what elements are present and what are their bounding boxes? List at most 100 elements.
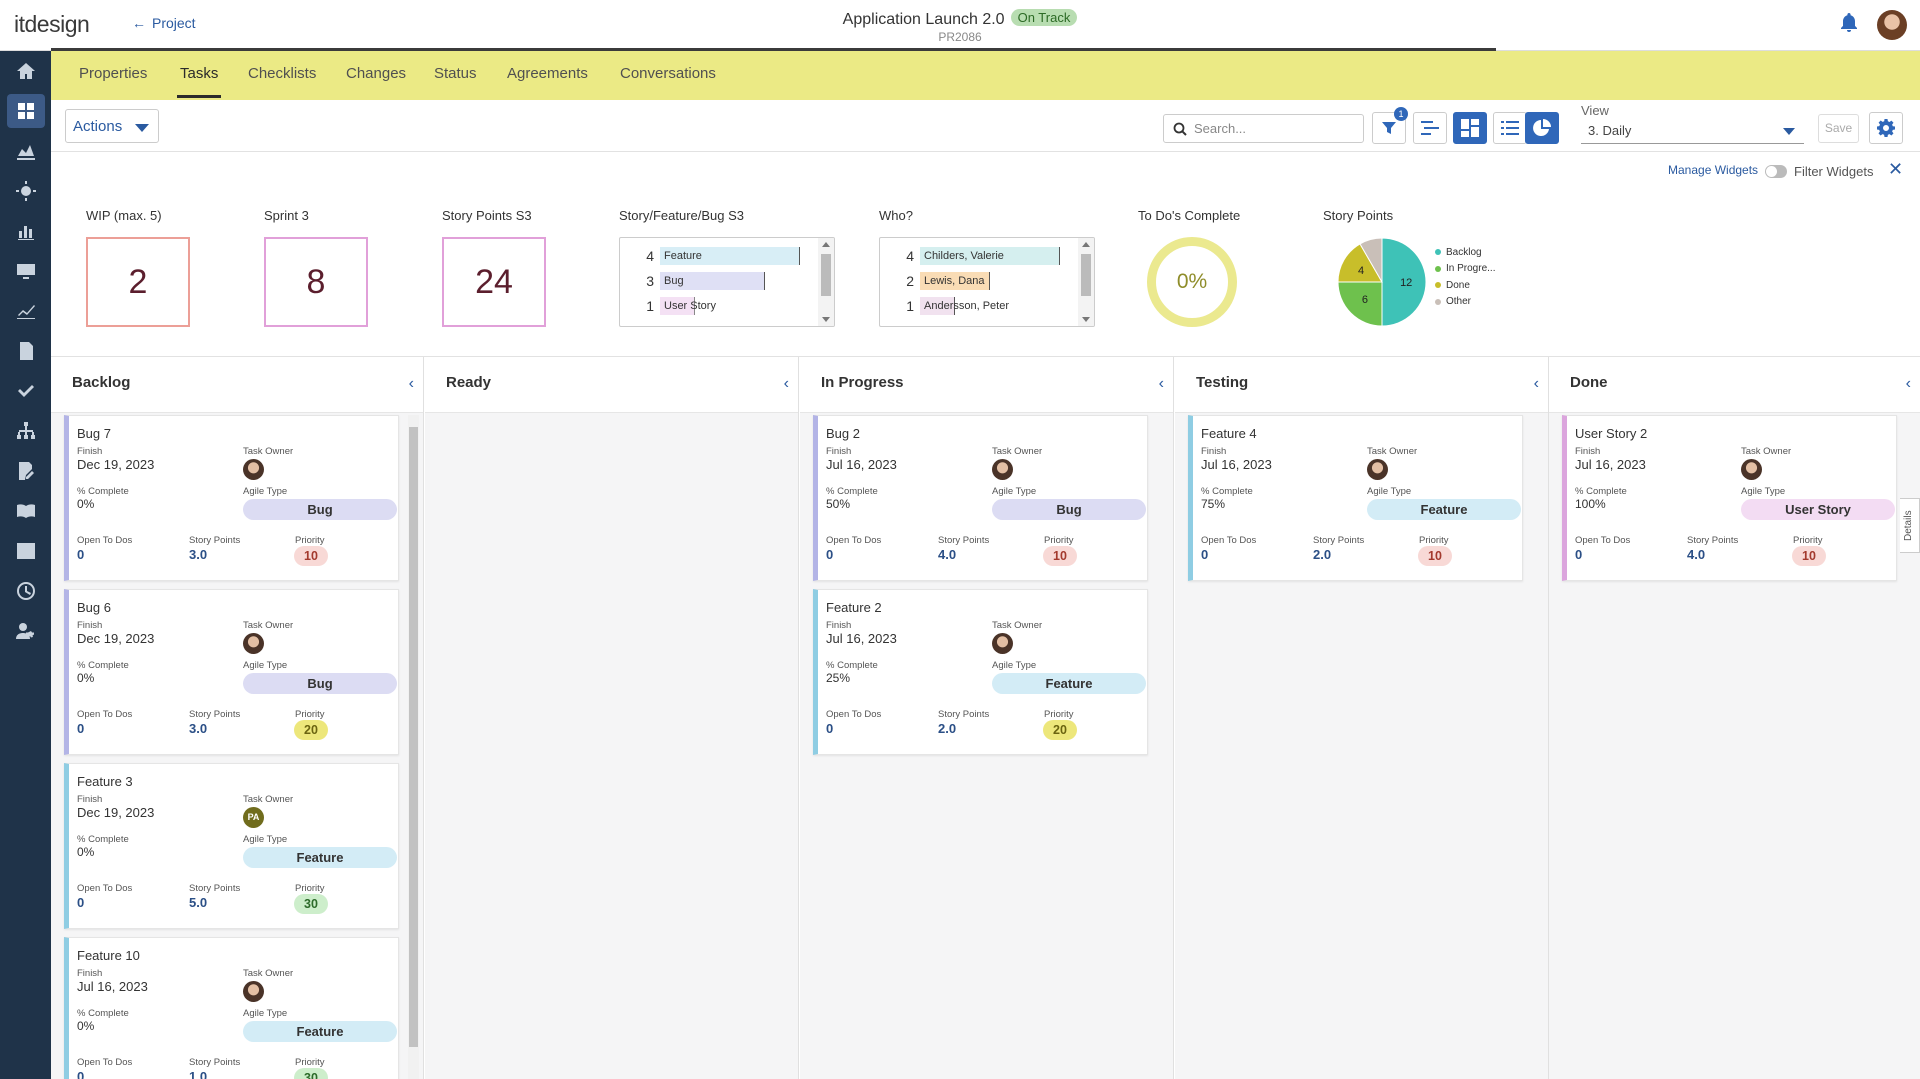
task-card[interactable]: Feature 2 Finish Jul 16, 2023 Task Owner % C… xyxy=(813,589,1148,755)
filter-widgets-toggle[interactable]: Filter Widgets xyxy=(1765,164,1873,179)
filter-button[interactable]: 1 xyxy=(1372,107,1408,144)
scroll-down-icon[interactable] xyxy=(1082,317,1090,322)
task-card[interactable]: Feature 4 Finish Jul 16, 2023 Task Owner % C… xyxy=(1188,415,1523,581)
gear-icon xyxy=(1877,119,1895,137)
card-title[interactable]: Bug 6 xyxy=(77,600,111,615)
scrollbar[interactable] xyxy=(818,238,834,326)
task-card[interactable]: Feature 10 Finish Jul 16, 2023 Task Owner % … xyxy=(64,937,399,1079)
list-view-button[interactable] xyxy=(1493,112,1527,144)
column-header: Ready ‹ xyxy=(425,357,798,413)
card-title[interactable]: Feature 2 xyxy=(826,600,882,615)
scroll-thumb[interactable] xyxy=(1081,254,1091,296)
idea-icon[interactable] xyxy=(0,171,51,211)
tab-status[interactable]: Status xyxy=(434,65,477,82)
pie-slice[interactable] xyxy=(1337,281,1383,327)
legend-item: Other xyxy=(1435,294,1495,311)
search-input[interactable]: Search... xyxy=(1163,114,1364,143)
document-icon[interactable] xyxy=(0,331,51,371)
widgets-toggle-button[interactable] xyxy=(1525,112,1559,144)
task-owner-avatar[interactable] xyxy=(1741,459,1762,480)
tab-agreements[interactable]: Agreements xyxy=(507,65,588,82)
board-settings-button[interactable] xyxy=(1869,112,1903,144)
card-title[interactable]: Feature 10 xyxy=(77,948,140,963)
task-owner-avatar[interactable] xyxy=(992,459,1013,480)
task-owner-avatar[interactable] xyxy=(243,981,264,1002)
chevron-left-icon[interactable]: ‹ xyxy=(409,375,414,393)
agile-type-badge: Feature xyxy=(992,673,1146,694)
complete-label: % Complete xyxy=(77,1008,129,1019)
close-widgets-icon[interactable]: ✕ xyxy=(1888,159,1903,180)
legend-label: Other xyxy=(1446,296,1472,308)
task-owner-avatar[interactable] xyxy=(992,633,1013,654)
user-avatar[interactable] xyxy=(1877,10,1907,40)
task-owner-avatar[interactable] xyxy=(1367,459,1388,480)
status-badge: On Track xyxy=(1010,9,1078,26)
hierarchy-icon[interactable] xyxy=(0,411,51,451)
list-item[interactable]: 1 User Story xyxy=(620,296,716,316)
wip-widget-title: WIP (max. 5) xyxy=(86,208,162,223)
scroll-down-icon[interactable] xyxy=(822,317,830,322)
list-item[interactable]: 1 Andersson, Peter xyxy=(880,296,1009,316)
chevron-left-icon[interactable]: ‹ xyxy=(784,375,789,393)
task-card[interactable]: Feature 3 Finish Dec 19, 2023 Task Owner PA%… xyxy=(64,763,399,929)
scroll-up-icon[interactable] xyxy=(822,242,830,247)
card-title[interactable]: User Story 2 xyxy=(1575,426,1647,441)
tab-checklists[interactable]: Checklists xyxy=(248,65,316,82)
story-points-label: Story Points xyxy=(938,709,990,720)
task-card[interactable]: User Story 2 Finish Jul 16, 2023 Task Owner… xyxy=(1562,415,1897,581)
tab-changes[interactable]: Changes xyxy=(346,65,406,82)
board-view-button[interactable] xyxy=(1453,112,1487,144)
agile-type-badge: Feature xyxy=(1367,499,1521,520)
task-owner-label: Task Owner xyxy=(1367,446,1418,457)
item-count: 4 xyxy=(646,248,654,264)
trend-icon[interactable] xyxy=(0,291,51,331)
list-item[interactable]: 3 Bug xyxy=(620,271,765,291)
toggle-switch[interactable] xyxy=(1765,165,1787,178)
agile-type-badge: Feature xyxy=(243,847,397,868)
column-done: Done ‹ User Story 2 Finish Jul 16, 2023 Tas… xyxy=(1549,357,1920,1079)
card-title[interactable]: Feature 3 xyxy=(77,774,133,789)
admin-settings-icon[interactable] xyxy=(0,611,51,651)
board-icon[interactable] xyxy=(0,91,51,131)
chevron-left-icon[interactable]: ‹ xyxy=(1906,375,1911,393)
task-card[interactable]: Bug 2 Finish Jul 16, 2023 Task Owner % Compl… xyxy=(813,415,1148,581)
card-title[interactable]: Bug 2 xyxy=(826,426,860,441)
view-select[interactable]: 3. Daily xyxy=(1581,119,1804,144)
actions-dropdown-button[interactable]: Actions xyxy=(65,109,159,143)
chevron-left-icon[interactable]: ‹ xyxy=(1159,375,1164,393)
card-title[interactable]: Feature 4 xyxy=(1201,426,1257,441)
scroll-thumb[interactable] xyxy=(821,254,831,296)
monitor-icon[interactable] xyxy=(0,251,51,291)
chevron-left-icon[interactable]: ‹ xyxy=(1534,375,1539,393)
reports-icon[interactable] xyxy=(0,211,51,251)
tab-properties[interactable]: Properties xyxy=(79,65,147,82)
clock-icon[interactable] xyxy=(0,571,51,611)
scrollbar[interactable] xyxy=(1078,238,1094,326)
list-item[interactable]: 4 Childers, Valerie xyxy=(880,246,1060,266)
tab-conversations[interactable]: Conversations xyxy=(620,65,716,82)
home-icon[interactable] xyxy=(0,51,51,91)
task-owner-avatar[interactable] xyxy=(243,459,264,480)
task-owner-avatar[interactable] xyxy=(243,633,264,654)
list-board-icon[interactable] xyxy=(0,531,51,571)
column-scrollbar[interactable] xyxy=(408,415,419,1079)
task-card[interactable]: Bug 7 Finish Dec 19, 2023 Task Owner % Compl… xyxy=(64,415,399,581)
task-card[interactable]: Bug 6 Finish Dec 19, 2023 Task Owner % Compl… xyxy=(64,589,399,755)
list-item[interactable]: 4 Feature xyxy=(620,246,800,266)
checkmark-icon[interactable] xyxy=(0,371,51,411)
list-item[interactable]: 2 Lewis, Dana xyxy=(880,271,990,291)
task-owner-avatar[interactable]: PA xyxy=(243,807,264,828)
portfolio-icon[interactable] xyxy=(0,131,51,171)
save-button[interactable]: Save xyxy=(1818,114,1859,143)
story-points-value: 5.0 xyxy=(189,895,208,910)
book-icon[interactable] xyxy=(0,491,51,531)
card-title[interactable]: Bug 7 xyxy=(77,426,111,441)
manage-widgets-link[interactable]: Manage Widgets xyxy=(1668,163,1758,177)
tab-tasks[interactable]: Tasks xyxy=(176,65,222,98)
edit-document-icon[interactable] xyxy=(0,451,51,491)
timeline-view-button[interactable] xyxy=(1413,112,1447,144)
notification-bell-icon[interactable] xyxy=(1840,13,1858,38)
scroll-up-icon[interactable] xyxy=(1082,242,1090,247)
details-side-tab[interactable]: Details xyxy=(1900,498,1920,553)
scroll-thumb[interactable] xyxy=(409,427,418,1047)
